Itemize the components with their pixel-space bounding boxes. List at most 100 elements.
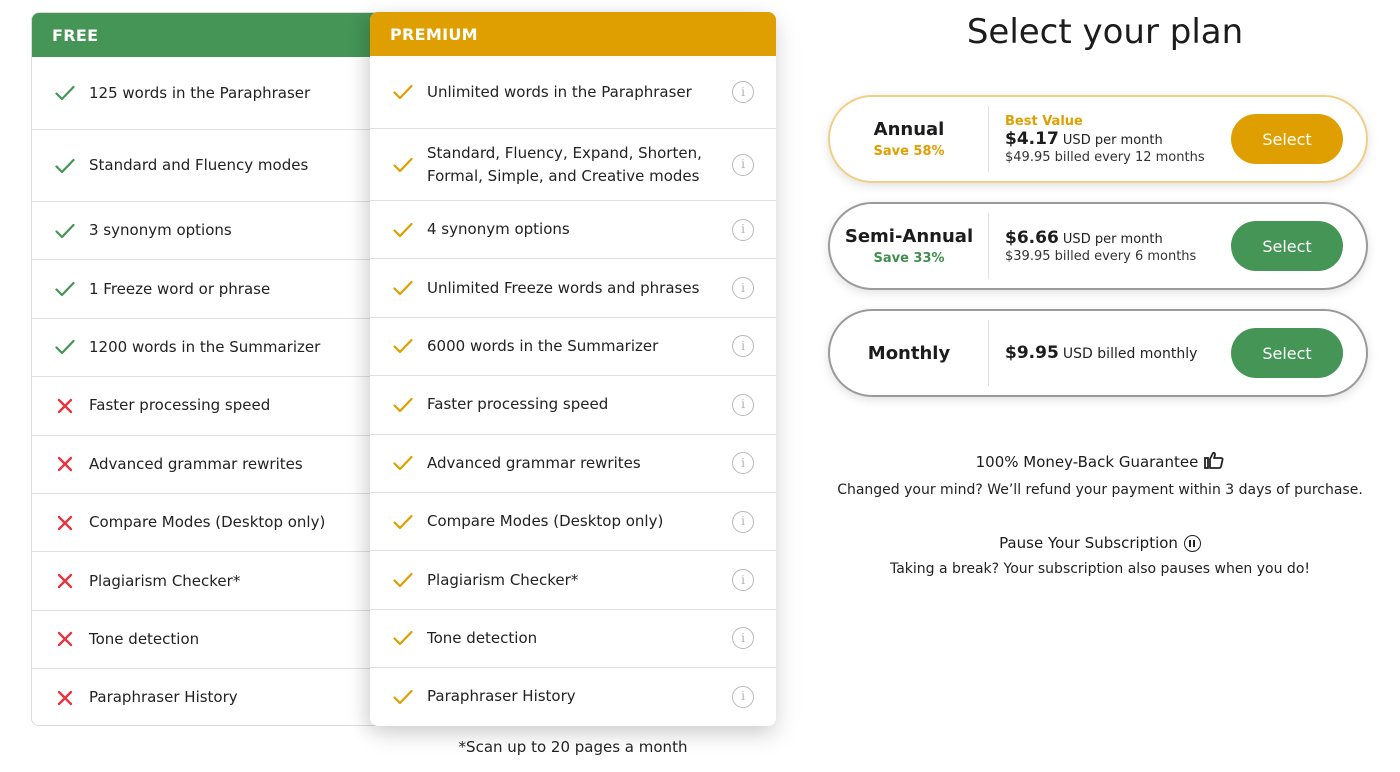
check-icon [392,394,414,416]
guarantee-heading: 100% Money-Back Guarantee [975,453,1199,471]
premium-feature-row: Faster processing speed i [370,375,776,433]
feature-label: Faster processing speed [427,395,609,414]
cross-icon [54,570,76,592]
price-suffix: USD per month [1062,132,1163,148]
premium-feature-row: Standard, Fluency, Expand, Shorten, Form… [370,128,776,200]
feature-label: 1 Freeze word or phrase [89,279,271,298]
info-icon[interactable]: i [732,627,754,650]
premium-feature-row: Paraphraser History i [370,667,776,725]
premium-column-header: PREMIUM [370,12,776,56]
free-column-header: FREE [32,13,390,57]
premium-feature-row: 4 synonym options i [370,200,776,258]
page-title: Select your plan [966,12,1244,52]
premium-feature-row: Advanced grammar rewrites i [370,433,776,492]
check-icon [392,81,414,103]
plan-card-monthly[interactable]: Monthly $9.95 USD billed monthly Select [828,309,1368,397]
premium-feature-row: 6000 words in the Summarizer i [370,316,776,375]
plan-name: Monthly [867,342,951,364]
check-icon [392,686,414,708]
select-annual-button[interactable]: Select [1231,114,1343,164]
feature-label: Plagiarism Checker* [89,571,241,590]
price-suffix: USD per month [1062,232,1163,247]
check-icon [392,219,414,241]
info-icon[interactable]: i [732,510,754,533]
plan-name: Semi-Annual [844,226,974,247]
feature-label: Paraphraser History [89,688,238,707]
check-icon [392,335,414,357]
feature-label: Standard and Fluency modes [89,156,309,174]
check-icon [392,569,414,591]
select-monthly-button[interactable]: Select [1231,328,1343,378]
price-amount: $4.17 [1005,128,1059,149]
info-icon[interactable]: i [732,569,754,592]
savings-label: Save 33% [873,251,945,266]
pause-text: Taking a break? Your subscription also p… [889,561,1310,577]
feature-label: Tone detection [427,628,538,647]
feature-label: Compare Modes (Desktop only) [89,513,326,532]
feature-label: 6000 words in the Summarizer [427,336,659,355]
premium-plan-column: PREMIUM Unlimited words in the Paraphras… [370,12,776,726]
feature-label: Unlimited Freeze words and phrases [427,278,700,297]
free-feature-row: Advanced grammar rewrites [32,434,390,493]
check-icon [54,278,76,300]
savings-label: Save 58% [873,144,945,159]
best-value-badge: Best Value [1005,113,1083,129]
premium-feature-row: Compare Modes (Desktop only) i [370,491,776,550]
free-feature-row: 3 synonym options [32,201,390,259]
free-feature-row: Compare Modes (Desktop only) [32,492,390,551]
premium-feature-row: Tone detection i [370,608,776,667]
premium-feature-row: Unlimited Freeze words and phrases i [370,258,776,316]
cross-icon [54,453,76,475]
info-icon[interactable]: i [732,452,754,475]
feature-label: Unlimited words in the Paraphraser [427,82,692,101]
pause-heading: Pause Your Subscription [999,534,1178,552]
info-icon[interactable]: i [732,218,754,241]
check-icon [54,82,76,104]
free-feature-row: 1200 words in the Summarizer [32,317,390,376]
free-feature-row: Paraphraser History [32,668,390,725]
pause-subscription: Pause Your Subscription Taking a break? … [830,534,1370,577]
feature-label: Advanced grammar rewrites [427,453,641,472]
check-icon [392,154,414,176]
info-icon[interactable]: i [732,277,754,300]
free-feature-row: 125 words in the Paraphraser [32,57,390,129]
check-icon [392,627,414,649]
info-icon[interactable]: i [732,685,754,708]
thumbs-up-icon [1204,451,1224,473]
plan-name: Annual [873,119,945,140]
cross-icon [54,628,76,650]
free-feature-row: Tone detection [32,609,390,668]
feature-label: Plagiarism Checker* [427,570,579,589]
feature-label: Compare Modes (Desktop only) [427,512,664,531]
cross-icon [54,512,76,534]
guarantee-text: Changed your mind? We’ll refund your pay… [837,482,1363,498]
feature-label: 4 synonym options [427,220,570,239]
check-icon [392,511,414,533]
info-icon[interactable]: i [732,81,754,103]
free-feature-row: 1 Freeze word or phrase [32,259,390,317]
info-icon[interactable]: i [732,335,754,358]
check-icon [392,452,414,474]
free-plan-column: FREE 125 words in the Paraphraser Standa… [31,12,391,726]
plan-card-semi-annual[interactable]: Semi-Annual Save 33% $6.66 USD per month… [828,202,1368,290]
plan-card-annual[interactable]: Annual Save 58% Best Value $4.17 USD per… [828,95,1368,183]
price-suffix: USD billed monthly [1062,346,1198,362]
select-semi-annual-button[interactable]: Select [1231,221,1343,271]
premium-feature-row: Unlimited words in the Paraphraser i [370,56,776,128]
money-back-guarantee: 100% Money-Back Guarantee Changed your m… [830,451,1370,498]
feature-label: Tone detection [89,629,200,648]
check-icon [54,336,76,358]
feature-label: Faster processing speed [89,396,271,415]
info-icon[interactable]: i [732,393,754,416]
info-icon[interactable]: i [732,153,754,176]
feature-label: Advanced grammar rewrites [89,454,303,473]
feature-label: Paraphraser History [427,687,576,706]
check-icon [392,277,414,299]
check-icon [54,220,76,242]
free-feature-row: Faster processing speed [32,376,390,434]
free-feature-row: Plagiarism Checker* [32,551,390,609]
feature-label: 125 words in the Paraphraser [89,83,311,102]
plagiarism-footnote: *Scan up to 20 pages a month [458,738,688,756]
cross-icon [54,687,76,709]
free-feature-row: Standard and Fluency modes [32,129,390,201]
